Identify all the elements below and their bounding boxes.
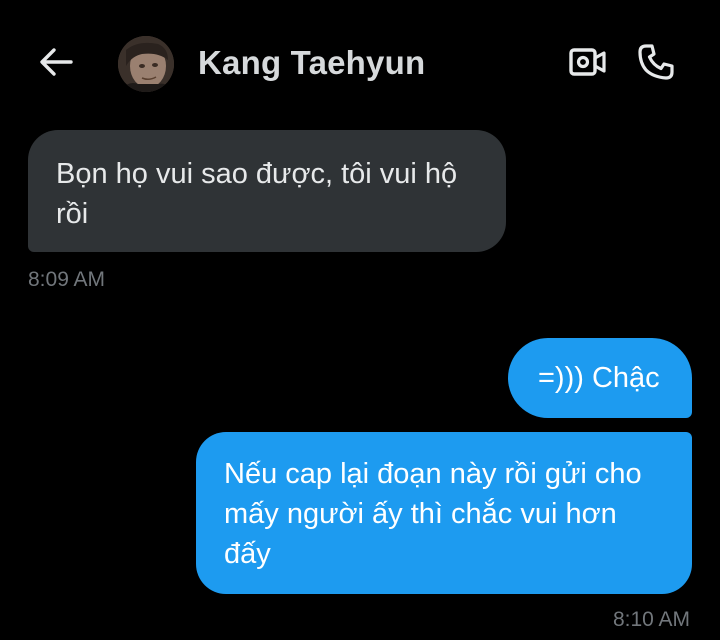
message-text-line: rồi <box>56 198 89 230</box>
outgoing-message-bubble[interactable]: Nếu cap lại đoạn này rồi gửi cho mấy ngư… <box>196 432 692 594</box>
message-timestamp: 8:10 AM <box>612 608 690 631</box>
message-timestamp: 8:09 AM <box>28 268 106 291</box>
avatar[interactable] <box>118 36 174 92</box>
message-text-line: Nếu cap lại đoạn này rồi gửi cho <box>224 458 642 490</box>
phone-icon <box>638 44 674 80</box>
incoming-message-bubble[interactable]: Bọn họ vui sao được, tôi vui hộ rồi <box>28 130 506 252</box>
voice-call-button[interactable] <box>634 40 678 84</box>
chat-header: Kang Taehyun <box>0 0 720 128</box>
arrow-left-icon <box>40 48 73 76</box>
contact-name[interactable]: Kang Taehyun <box>198 44 425 82</box>
message-text-line: Bọn họ vui sao được, tôi vui hộ <box>56 158 458 190</box>
outgoing-message-bubble[interactable]: =))) Chậc <box>508 338 692 418</box>
avatar-photo <box>118 36 174 92</box>
message-text-line: =))) Chậc <box>538 362 660 394</box>
back-button[interactable] <box>36 42 76 82</box>
video-camera-icon <box>569 48 606 76</box>
video-call-button[interactable] <box>566 42 610 82</box>
message-text-line: đấy <box>224 538 271 570</box>
message-text-line: mấy người ấy thì chắc vui hơn <box>224 498 617 530</box>
